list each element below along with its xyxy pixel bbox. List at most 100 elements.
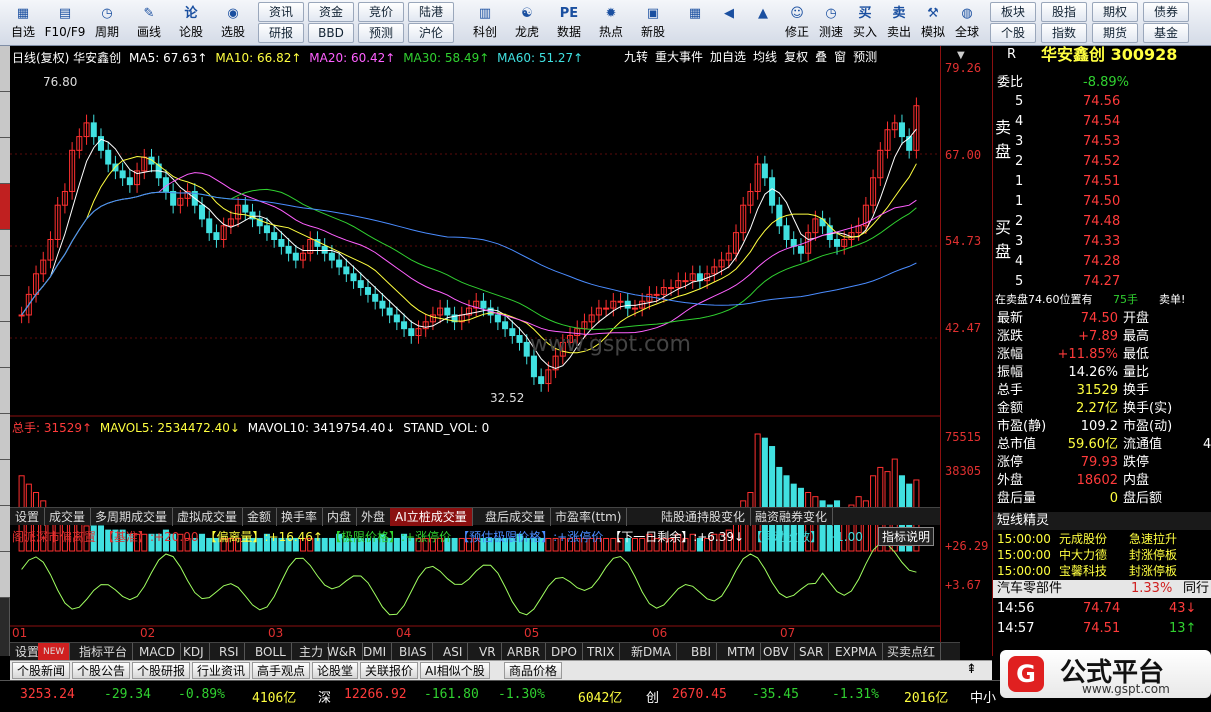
indicator-tab[interactable]: W&R: [322, 643, 363, 661]
side-tab-active[interactable]: [0, 184, 10, 230]
volume-tab[interactable]: AI立桩成交量: [390, 508, 473, 526]
toolbar-market-button[interactable]: 期权: [1092, 2, 1138, 22]
news-tab[interactable]: 个股新闻: [12, 662, 71, 679]
hot-button[interactable]: ✹ 热点: [590, 2, 632, 44]
indicator-tab[interactable]: VR: [474, 643, 502, 661]
volume-tab[interactable]: 陆股通持股变化: [656, 508, 752, 526]
news-tab[interactable]: 高手观点: [252, 662, 311, 679]
indicator-tab[interactable]: ARBR: [502, 643, 547, 661]
simulate-button[interactable]: ⚒ 模拟: [916, 2, 950, 44]
indicator-tab[interactable]: MTM: [722, 643, 762, 661]
left-side-tabs[interactable]: [0, 46, 10, 656]
sell-button[interactable]: 卖卖出: [882, 2, 916, 44]
side-tab[interactable]: [0, 322, 10, 368]
news-tab[interactable]: 个股研报: [132, 662, 191, 679]
collapse-up-icon[interactable]: ⇞: [966, 662, 977, 677]
toolbar-market-button[interactable]: 基金: [1143, 23, 1189, 43]
up-down-button[interactable]: ▲: [746, 2, 780, 44]
news-tab[interactable]: 关联报价: [360, 662, 419, 679]
indicator-tab[interactable]: DMI: [358, 643, 393, 661]
side-tab[interactable]: [0, 230, 10, 276]
back-arrow-button[interactable]: ◀: [712, 2, 746, 44]
indicator-tab[interactable]: KDJ: [178, 643, 210, 661]
toolbar-small-button[interactable]: BBD: [308, 23, 354, 43]
chart-menu-item[interactable]: 加自选: [710, 50, 746, 64]
toolbar-market-button[interactable]: 板块: [990, 2, 1036, 22]
indicator-tab[interactable]: NEW: [38, 643, 71, 661]
toolbar-small-button[interactable]: 预测: [358, 23, 404, 43]
draw-button[interactable]: ✎ 画线: [128, 2, 170, 44]
tech-button[interactable]: ▥ 科创: [464, 2, 506, 44]
volume-tab[interactable]: 融资融券变化: [750, 508, 834, 526]
news-tab[interactable]: 行业资讯: [192, 662, 251, 679]
side-tab[interactable]: [0, 506, 10, 552]
indicator-tab[interactable]: 买卖点红: [882, 643, 942, 661]
stock-pick-button[interactable]: ◉ 选股: [212, 2, 254, 44]
news-tab[interactable]: 论股堂: [312, 662, 359, 679]
volume-tab[interactable]: 多周期成交量: [90, 508, 174, 526]
volume-tab[interactable]: 虚拟成交量: [172, 508, 244, 526]
toolbar-market-button[interactable]: 指数: [1041, 23, 1087, 43]
chart-menu-item[interactable]: 窗: [834, 50, 846, 64]
toolbar-small-button[interactable]: 资讯: [258, 2, 304, 22]
indicator-tab[interactable]: 指标平台: [74, 643, 134, 661]
indicator-tab[interactable]: 新DMA: [626, 643, 677, 661]
period-button[interactable]: ◷ 周期: [86, 2, 128, 44]
volume-tab[interactable]: 市盈率(ttm): [550, 508, 628, 526]
indicator-tab[interactable]: BOLL: [250, 643, 292, 661]
new-stock-button[interactable]: ▣ 新股: [632, 2, 674, 44]
stock-forum-button[interactable]: 论论股: [170, 2, 212, 44]
indicator-tab[interactable]: BIAS: [394, 643, 433, 661]
toolbar-market-button[interactable]: 期货: [1092, 23, 1138, 43]
chart-menu-item[interactable]: 均线: [753, 50, 777, 64]
indicator-tab[interactable]: TRIX: [582, 643, 621, 661]
kline-chart[interactable]: [10, 46, 940, 656]
indicator-tab[interactable]: OBV: [758, 643, 795, 661]
chart-menu-item[interactable]: 叠: [815, 50, 827, 64]
indicator-tab[interactable]: BBI: [686, 643, 718, 661]
indicator-tab[interactable]: DPO: [546, 643, 583, 661]
volume-tab[interactable]: 盘后成交量: [480, 508, 552, 526]
volume-tab[interactable]: 内盘: [322, 508, 358, 526]
toolbar-small-button[interactable]: 竞价: [358, 2, 404, 22]
f10-button[interactable]: ▤ F10/F9: [44, 2, 86, 44]
chart-menu-item[interactable]: 重大事件: [655, 50, 703, 64]
volume-tab[interactable]: 换手率: [276, 508, 324, 526]
data-button[interactable]: PE 数据: [548, 2, 590, 44]
globe-button[interactable]: ◍ 全球: [950, 2, 984, 44]
side-tab[interactable]: [0, 368, 10, 414]
side-tab[interactable]: [0, 460, 10, 506]
indicator-tab[interactable]: RSI: [214, 643, 245, 661]
scroll-arrow-icon[interactable]: ▼: [957, 50, 965, 61]
side-tab[interactable]: [0, 138, 10, 184]
side-tab[interactable]: [0, 46, 10, 92]
chart-area[interactable]: 日线(复权) 华安鑫创 MA5: 67.63↑ MA10: 66.82↑ MA2…: [10, 46, 940, 656]
side-tab[interactable]: [0, 92, 10, 138]
side-tab[interactable]: [0, 276, 10, 322]
indicator-tab[interactable]: SAR: [794, 643, 830, 661]
volume-tab[interactable]: 金额: [242, 508, 278, 526]
chart-menu-item[interactable]: 复权: [784, 50, 808, 64]
toolbar-small-button[interactable]: 资金: [308, 2, 354, 22]
toolbar-market-button[interactable]: 个股: [990, 23, 1036, 43]
buy-button[interactable]: 买买入: [848, 2, 882, 44]
indicator-tab[interactable]: EXPMA: [830, 643, 883, 661]
volume-tab[interactable]: 设置: [10, 508, 46, 526]
toolbar-small-button[interactable]: 沪伦: [408, 23, 454, 43]
dragon-button[interactable]: ☯ 龙虎: [506, 2, 548, 44]
news-tab[interactable]: 商品价格: [504, 662, 563, 679]
fix-button[interactable]: ☺ 修正: [780, 2, 814, 44]
indicator-tab[interactable]: ASI: [438, 643, 469, 661]
test-button[interactable]: ◷ 测速: [814, 2, 848, 44]
side-tab[interactable]: [0, 552, 10, 598]
news-tab[interactable]: AI相似个股: [420, 662, 490, 679]
toolbar-small-button[interactable]: 研报: [258, 23, 304, 43]
layout-button[interactable]: ▦: [678, 2, 712, 44]
toolbar-market-button[interactable]: 债券: [1143, 2, 1189, 22]
toolbar-small-button[interactable]: 陆港: [408, 2, 454, 22]
side-tab[interactable]: [0, 414, 10, 460]
chart-menu-item[interactable]: 预测: [853, 50, 877, 64]
indicator-tab[interactable]: MACD: [134, 643, 181, 661]
indicator-help-button[interactable]: 指标说明: [878, 527, 935, 546]
volume-tab[interactable]: 外盘: [356, 508, 392, 526]
